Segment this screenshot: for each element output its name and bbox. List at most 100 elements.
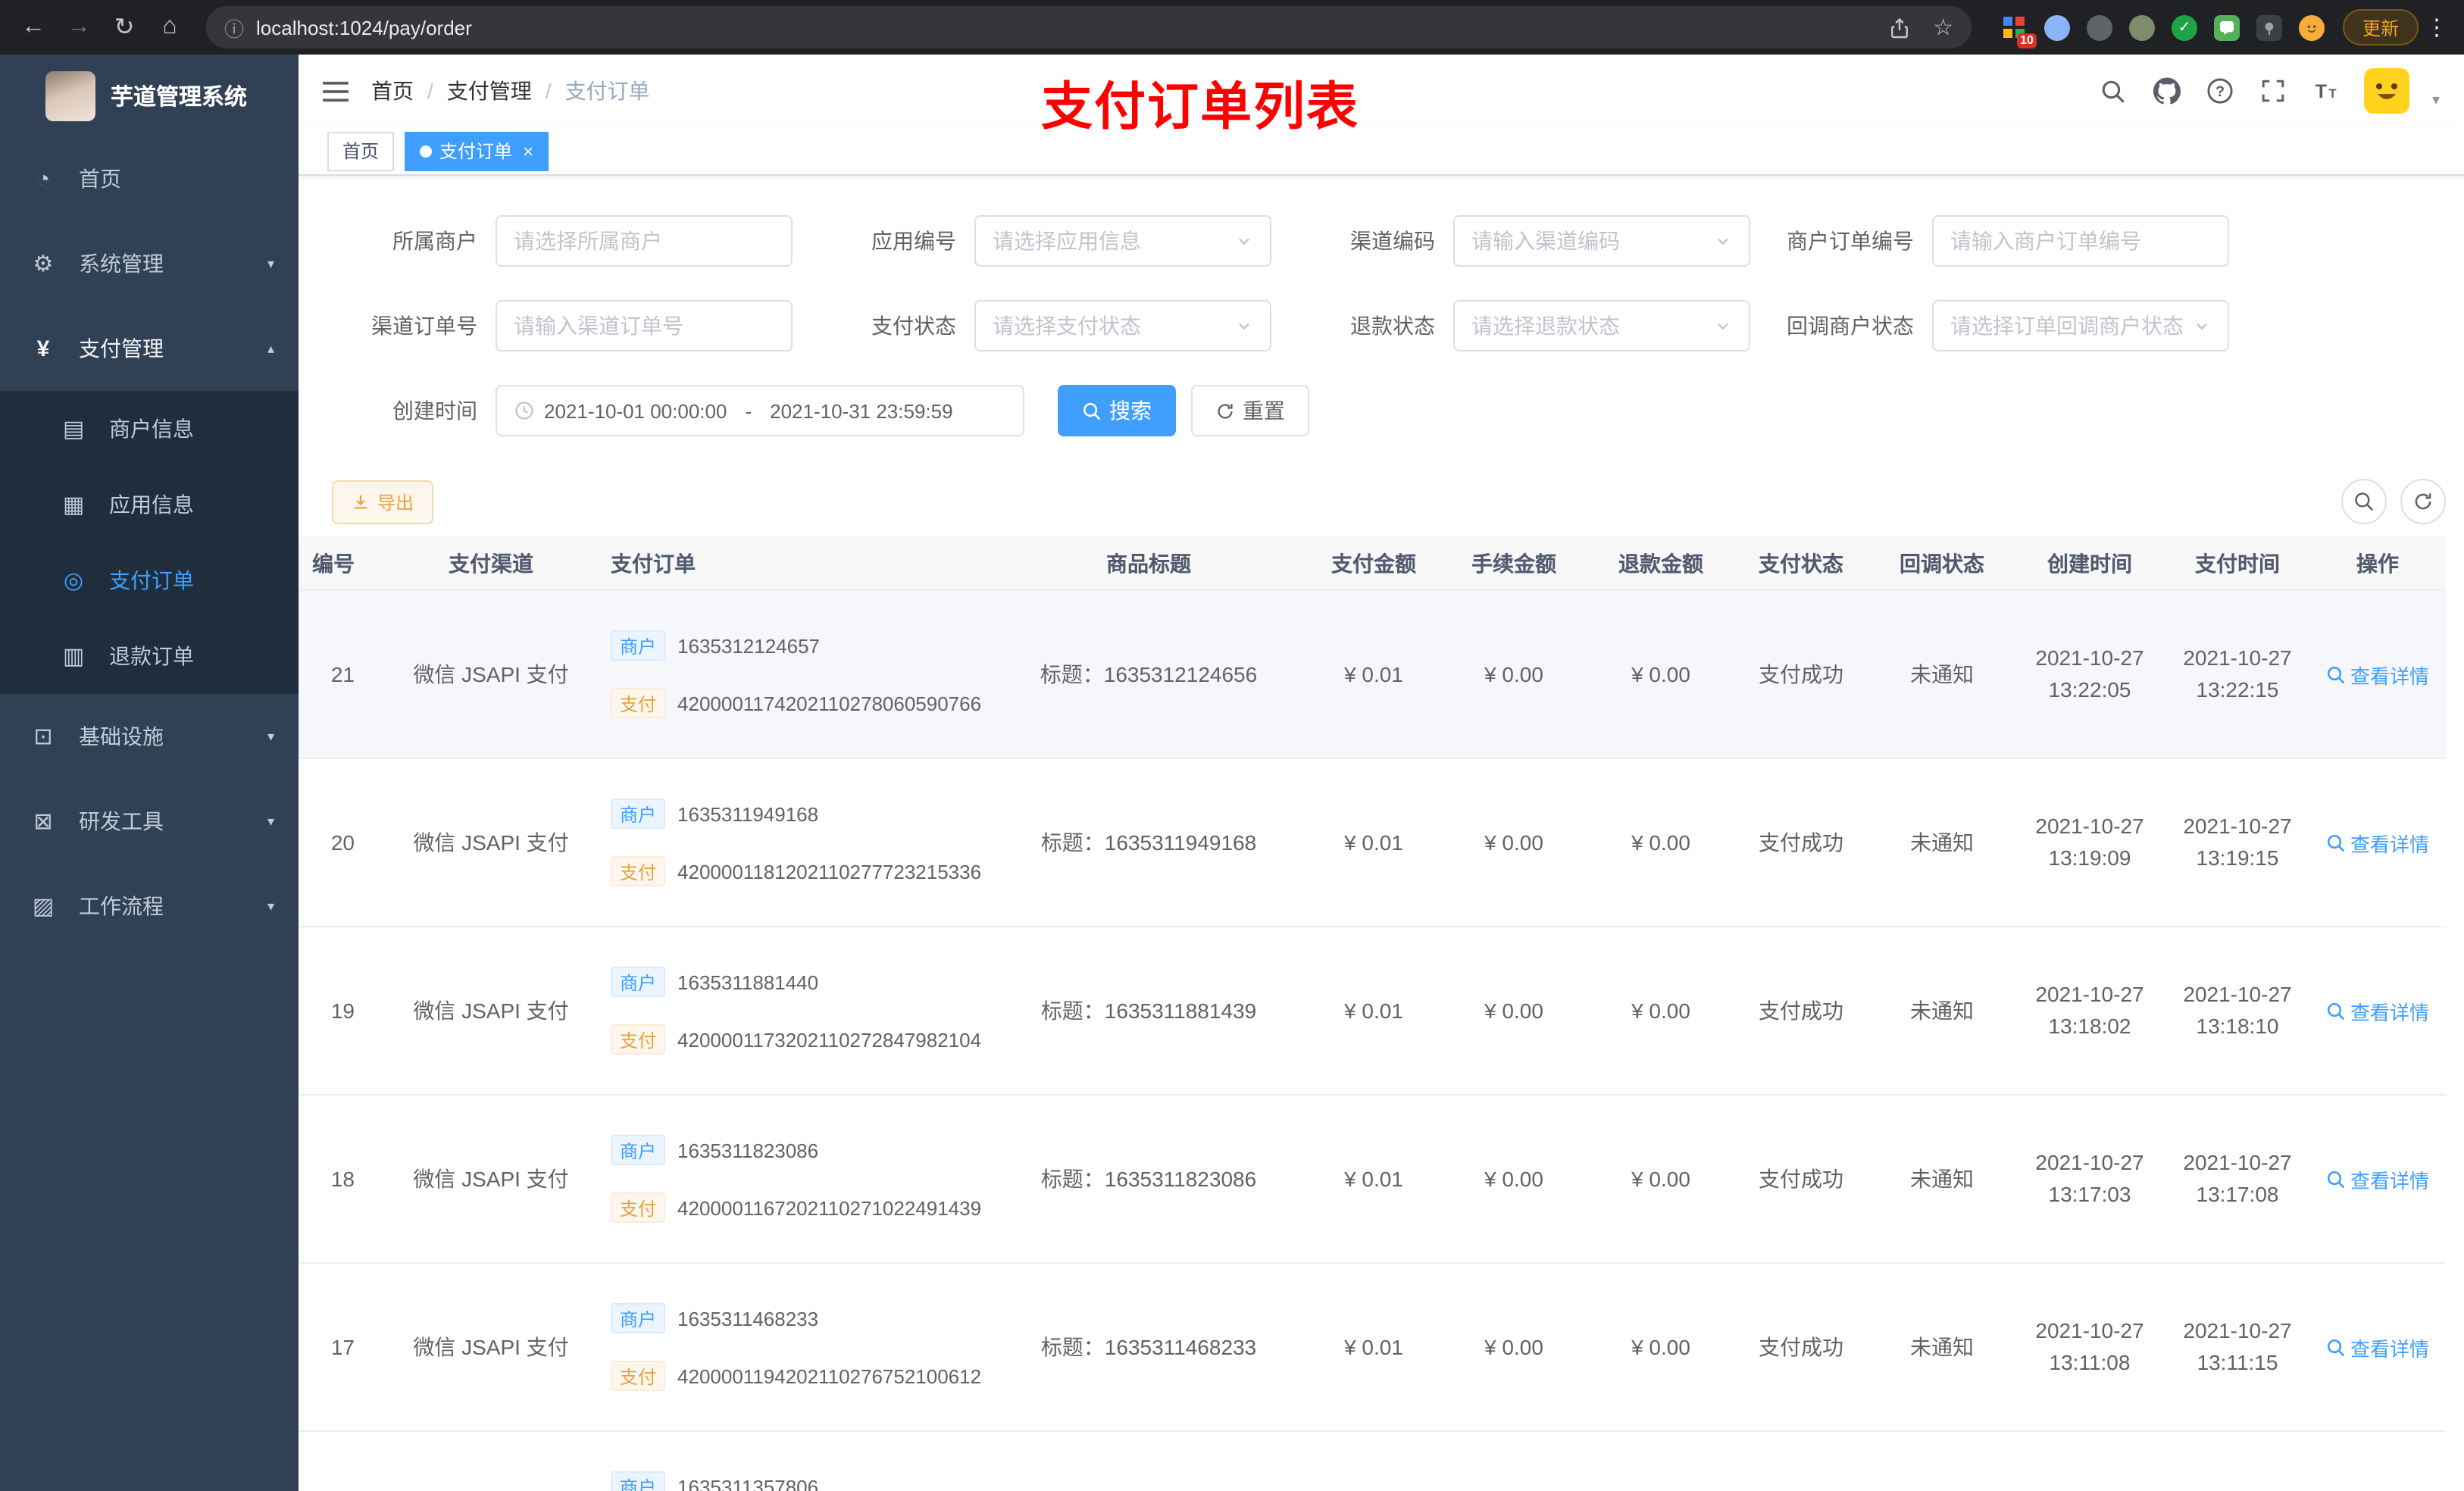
pay-tag: 支付 [611,1361,666,1391]
cell-fee [1438,1432,1590,1491]
sidebar-item-home[interactable]: ◔ 首页 [0,136,299,221]
browser-menu-icon[interactable]: ⋮ [2422,14,2452,41]
extension-olive-icon[interactable] [2128,14,2155,40]
cell-refund: ¥ 0.00 [1631,1335,1690,1359]
view-detail-link[interactable]: 查看详情 [2326,828,2429,857]
merchant-order-input[interactable]: 请输入商户订单编号 [1932,215,2229,267]
table-row: 19 微信 JSAPI 支付 商户 1635311881440 支付 42000… [299,927,2446,1096]
chevron-down-icon: ▾ [267,898,274,913]
view-detail-link[interactable]: 查看详情 [2326,996,2429,1025]
browser-update-button[interactable]: 更新 [2342,9,2419,45]
export-button[interactable]: 导出 [332,480,434,524]
merchant-tag: 商户 [611,630,666,661]
merchant-order-no: 1635311949168 [677,802,819,825]
cell-notify-status [1870,1432,2014,1491]
cell-action: 查看详情 [2309,591,2446,758]
close-icon[interactable]: × [523,140,533,161]
merchant-order-no: 1635311357806 [677,1475,819,1491]
help-icon[interactable]: ? [2205,76,2235,106]
cell-pay-status: 支付成功 [1759,1167,1843,1191]
share-icon[interactable] [1884,12,1915,42]
hamburger-icon[interactable] [323,80,349,102]
browser-back-button[interactable]: ← [12,6,55,48]
col-header-title: 商品标题 [1106,551,1191,575]
table-search-toggle-button[interactable] [2341,479,2387,524]
breadcrumb-separator: / [427,79,433,103]
channel-order-input[interactable]: 请输入渠道订单号 [496,300,793,352]
merchant-select[interactable]: 请选择所属商户 [496,215,793,267]
cell-refund: ¥ 0.00 [1631,662,1690,686]
reset-button[interactable]: 重置 [1191,385,1309,436]
sidebar-item-merchant-info[interactable]: ▤ 商户信息 [0,391,299,467]
search-icon[interactable] [2099,76,2129,106]
chevron-down-icon: ▾ [267,813,274,828]
sidebar-item-workflow[interactable]: ▨ 工作流程 ▾ [0,864,299,949]
extension-emoji-icon[interactable] [2298,14,2325,40]
sidebar-item-pay[interactable]: ¥ 支付管理 ▴ [0,306,299,391]
extension-drop-icon[interactable] [2043,14,2070,40]
sidebar-item-pay-order[interactable]: ◎ 支付订单 [0,542,299,618]
header-actions: ? TT ▾ [2099,68,2440,114]
view-detail-link[interactable]: 查看详情 [2326,1164,2429,1193]
table-refresh-button[interactable] [2400,479,2446,524]
address-bar[interactable]: ⓘ localhost:1024/pay/order ☆ [206,6,1972,48]
view-detail-link[interactable]: 查看详情 [2326,660,2429,689]
refund-status-select[interactable]: 请选择退款状态 [1453,300,1750,352]
search-button[interactable]: 搜索 [1058,385,1176,436]
field-label: 退款状态 [1350,314,1435,338]
chevron-down-icon [2193,317,2211,335]
extension-chat-icon[interactable] [2213,14,2240,40]
col-header-notify: 回调状态 [1900,551,1984,575]
merchant-tag: 商户 [611,799,666,829]
site-info-icon[interactable]: ⓘ [224,13,244,42]
cell-create-time: 2021-10-27 13:19:09 [2035,814,2144,870]
col-header-action: 操作 [2356,551,2399,575]
channel-code-select[interactable]: 请输入渠道编码 [1453,215,1750,267]
user-avatar[interactable] [2363,68,2409,114]
extension-dark-icon[interactable] [2086,14,2112,40]
table-row: 商户 1635311357806 支付 查看详情 [299,1432,2446,1491]
pay-status-select[interactable]: 请选择支付状态 [974,300,1271,352]
breadcrumb-home[interactable]: 首页 [371,76,414,106]
extension-pin-icon[interactable] [2256,14,2282,40]
extension-check-icon[interactable]: ✓ [2171,14,2197,40]
svg-text:T: T [2315,81,2328,102]
cell-pay-time: 2021-10-27 13:11:15 [2183,1318,2292,1374]
cell-fee: ¥ 0.00 [1484,1335,1543,1359]
cell-id [299,1432,397,1491]
cell-amount [1309,1432,1438,1491]
font-size-icon[interactable]: TT [2311,76,2341,106]
cell-pay-channel: 微信 JSAPI 支付 [413,1167,569,1191]
bookmark-star-icon[interactable]: ☆ [1933,14,1953,41]
github-icon[interactable] [2152,76,2182,106]
tab-home[interactable]: 首页 [327,131,395,170]
breadcrumb-pay-manage[interactable]: 支付管理 [447,76,532,106]
extension-grid-icon[interactable]: 10 [2002,14,2037,48]
date-start: 2021-10-01 00:00:00 [544,399,727,422]
cell-id: 19 [330,999,355,1023]
sidebar-item-refund-order[interactable]: ▥ 退款订单 [0,618,299,694]
sidebar-item-label: 基础设施 [79,724,164,749]
browser-forward-button[interactable]: → [58,6,100,48]
create-time-range-picker[interactable]: 2021-10-01 00:00:00 - 2021-10-31 23:59:5… [496,385,1024,436]
browser-home-button[interactable]: ⌂ [149,6,191,48]
sidebar-item-infra[interactable]: ⊡ 基础设施 ▾ [0,694,299,779]
avatar-caret-icon[interactable]: ▾ [2432,92,2440,108]
app-select[interactable]: 请选择应用信息 [974,215,1271,267]
view-detail-link[interactable]: 查看详情 [2326,1333,2429,1361]
notify-status-select[interactable]: 请选择订单回调商户状态 [1932,300,2229,352]
browser-reload-button[interactable]: ↻ [103,6,145,48]
fullscreen-icon[interactable] [2258,76,2288,106]
sidebar-item-system[interactable]: ⚙ 系统管理 ▾ [0,221,299,306]
tab-pay-order[interactable]: 支付订单 × [405,131,549,170]
sidebar-item-app-info[interactable]: ▦ 应用信息 [0,467,299,542]
app-grid-icon: ▦ [62,492,85,518]
table-row: 20 微信 JSAPI 支付 商户 1635311949168 支付 42000… [299,759,2446,927]
cell-pay-order: 商户 1635312124657 支付 42000011742021102780… [585,591,988,758]
field-label: 商户订单编号 [1787,229,1914,253]
col-header-id: 编号 [312,551,355,575]
cell-pay-status: 支付成功 [1759,999,1843,1023]
chevron-down-icon [1714,232,1732,250]
sidebar-item-devtools[interactable]: ⊠ 研发工具 ▾ [0,779,299,864]
breadcrumb-current: 支付订单 [564,79,650,103]
